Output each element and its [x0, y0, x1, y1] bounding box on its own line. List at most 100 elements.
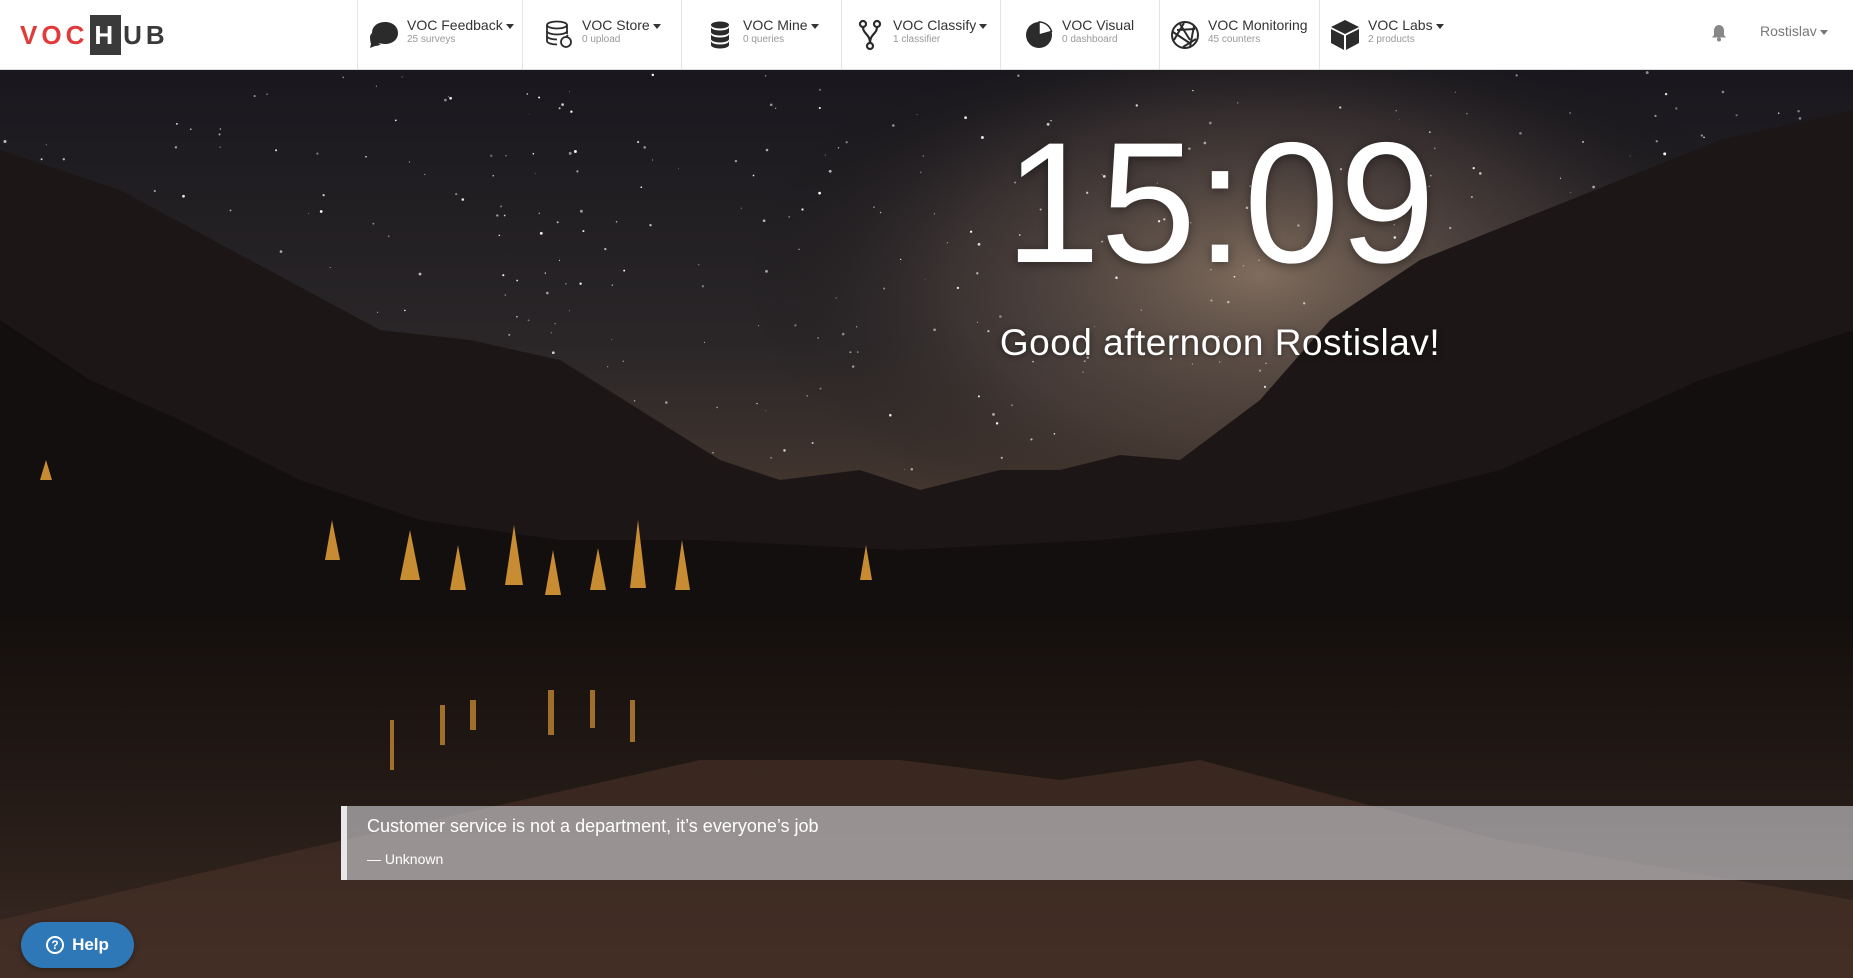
- star: [946, 242, 949, 244]
- star: [623, 269, 626, 272]
- chevron-down-icon: [979, 23, 988, 29]
- nav-sublabel: 0 upload: [582, 34, 621, 45]
- star: [502, 274, 505, 277]
- star: [579, 282, 582, 285]
- star: [505, 155, 507, 157]
- star: [461, 198, 465, 201]
- star: [503, 214, 506, 217]
- star: [752, 174, 755, 177]
- nav-label: VOC Mine: [743, 17, 808, 33]
- star: [253, 95, 256, 98]
- star: [1645, 71, 1649, 75]
- star: [545, 291, 549, 295]
- star: [1778, 112, 1780, 114]
- star: [774, 107, 777, 109]
- chevron-down-icon: [505, 23, 514, 29]
- star: [401, 76, 403, 78]
- star: [903, 468, 905, 470]
- quote-text: Customer service is not a department, it…: [367, 816, 819, 836]
- star: [788, 216, 790, 218]
- star: [1192, 89, 1194, 92]
- star: [570, 110, 573, 113]
- nav-sublabel: 25 surveys: [407, 34, 456, 45]
- nav-voc-store[interactable]: VOC Store 0 upload: [522, 0, 682, 69]
- star: [924, 278, 926, 280]
- star: [1735, 114, 1738, 117]
- star: [835, 297, 837, 299]
- star: [992, 412, 995, 416]
- star: [1303, 302, 1306, 305]
- star: [1017, 74, 1020, 77]
- nav-voc-monitoring[interactable]: VOC Monitoring 45 counters: [1159, 0, 1320, 69]
- chevron-down-icon: [1435, 23, 1444, 29]
- nav-voc-labs[interactable]: VOC Labs 2 products: [1319, 0, 1460, 69]
- star: [818, 88, 822, 92]
- clock-time: 15:09: [1004, 107, 1436, 299]
- star: [582, 230, 585, 233]
- star: [375, 85, 377, 87]
- user-menu[interactable]: Rostislav: [1760, 23, 1828, 39]
- star: [794, 324, 797, 327]
- help-label: Help: [72, 935, 109, 954]
- nav-label: VOC Feedback: [407, 17, 503, 33]
- star: [995, 422, 999, 425]
- star: [734, 159, 738, 163]
- star: [879, 211, 882, 214]
- nav-voc-classify[interactable]: VOC Classify 1 classifier: [841, 0, 1001, 69]
- speech-bubbles-icon: [368, 19, 400, 51]
- star: [500, 205, 503, 208]
- star: [910, 468, 914, 471]
- star: [516, 315, 518, 318]
- star: [649, 224, 652, 227]
- bell-icon[interactable]: [1711, 24, 1727, 42]
- star: [1663, 152, 1667, 156]
- star: [633, 400, 636, 402]
- star: [892, 124, 895, 127]
- star: [811, 441, 814, 445]
- star: [900, 258, 902, 261]
- quote-banner: Customer service is not a department, it…: [341, 806, 1853, 880]
- chevron-down-icon: [652, 23, 661, 29]
- star: [190, 128, 192, 130]
- star: [1654, 114, 1657, 118]
- star: [765, 269, 768, 273]
- star: [372, 222, 375, 225]
- star: [508, 333, 511, 336]
- top-navbar: VOC H UB VOC Feedback 25 surveys VOC Store…: [0, 0, 1853, 70]
- star: [758, 325, 759, 327]
- star: [716, 406, 718, 409]
- star: [643, 146, 646, 149]
- star: [527, 319, 530, 322]
- star: [218, 133, 221, 136]
- star: [496, 214, 499, 217]
- quote-author: — Unknown: [367, 851, 444, 867]
- star: [342, 76, 345, 79]
- star: [841, 332, 845, 336]
- star: [573, 150, 577, 153]
- nav-voc-mine[interactable]: VOC Mine 0 queries: [681, 0, 842, 69]
- star: [558, 259, 561, 261]
- nav-voc-visual[interactable]: VOC Visual 0 dashboard: [1000, 0, 1160, 69]
- star: [544, 272, 546, 274]
- star: [174, 146, 178, 149]
- star: [889, 413, 892, 417]
- nav-voc-feedback[interactable]: VOC Feedback 25 surveys: [357, 0, 523, 69]
- star: [764, 75, 767, 77]
- star: [322, 193, 325, 197]
- star: [62, 158, 65, 161]
- star: [176, 123, 178, 125]
- star: [919, 171, 922, 174]
- help-button[interactable]: ? Help: [21, 922, 134, 968]
- star: [490, 154, 493, 157]
- vochub-logo[interactable]: VOC H UB: [20, 15, 169, 55]
- star: [219, 128, 221, 130]
- star: [1675, 107, 1678, 110]
- star: [568, 91, 570, 93]
- nav-label: VOC Labs: [1368, 17, 1433, 33]
- star: [576, 170, 579, 173]
- nav-sublabel: 45 counters: [1208, 34, 1261, 45]
- star: [316, 152, 319, 155]
- star: [568, 151, 572, 155]
- star: [387, 235, 390, 238]
- star: [319, 210, 323, 213]
